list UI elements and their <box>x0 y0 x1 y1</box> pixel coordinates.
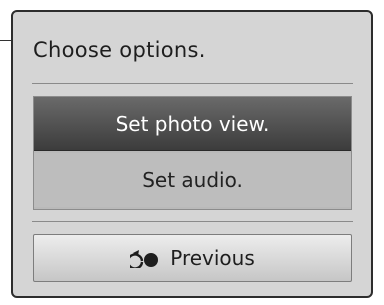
title-divider <box>32 83 353 84</box>
previous-button-label: Previous <box>170 246 255 270</box>
list-divider <box>32 221 353 222</box>
option-set-audio[interactable]: Set audio. <box>34 153 351 207</box>
option-set-photo-view[interactable]: Set photo view. <box>34 97 351 151</box>
option-list: Set photo view. Set audio. <box>33 96 352 210</box>
dialog-title: Choose options. <box>33 38 206 62</box>
back-return-icon <box>130 250 159 268</box>
options-dialog: Choose options. Set photo view. Set audi… <box>11 10 373 298</box>
previous-button[interactable]: Previous <box>33 234 352 282</box>
